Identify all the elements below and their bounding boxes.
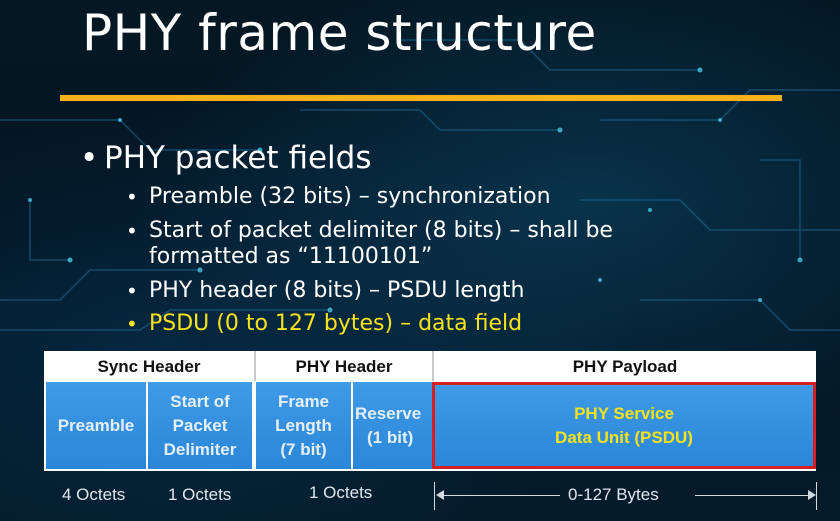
bullet-dot-icon: • — [126, 279, 138, 303]
sub-bullet-text-continued: formatted as “11100101” — [149, 244, 433, 269]
field-frame-length: Frame Length (7 bit) — [256, 382, 351, 469]
field-sfd-line: Start of — [170, 391, 230, 411]
sub-bullet-text: PHY header (8 bits) – PSDU length — [149, 278, 525, 303]
field-reserve: Reserve (1 bit) — [353, 382, 432, 469]
field-reserve-line: Reserve — [355, 403, 422, 423]
sub-bullet-text: Preamble (32 bits) – synchronization — [149, 184, 551, 209]
field-sfd-line: Delimiter — [163, 439, 237, 459]
field-frame-length-line: (7 bit) — [280, 439, 327, 459]
bullet-dot-icon: • — [126, 312, 138, 336]
field-preamble: Preamble — [46, 382, 146, 469]
field-psdu: PHY Service Data Unit (PSDU) — [432, 382, 816, 469]
field-start-delimiter: Start of Packet Delimiter — [148, 382, 252, 469]
dimension-line-right — [695, 495, 811, 496]
size-preamble: 4 Octets — [62, 485, 126, 504]
sub-bullet-psdu: • PSDU (0 to 127 bytes) – data field — [126, 311, 522, 337]
header-payload: PHY Payload — [434, 351, 816, 381]
bullet-dot-icon: • — [126, 219, 138, 243]
dimension-tick-right — [816, 482, 817, 510]
dimension-line-left — [440, 495, 560, 496]
sub-bullet-text: PSDU (0 to 127 bytes) – data field — [149, 311, 523, 336]
header-sync: Sync Header — [44, 351, 254, 381]
main-bullet-text: PHY packet fields — [104, 140, 372, 176]
sub-bullet-preamble: • Preamble (32 bits) – synchronization — [126, 184, 551, 210]
sub-bullet-phy-header: • PHY header (8 bits) – PSDU length — [126, 278, 524, 304]
slide: PHY frame structure • PHY packet fields •… — [0, 0, 840, 521]
field-reserve-line: (1 bit) — [367, 427, 414, 447]
title-underline — [60, 95, 782, 101]
bullet-dot-icon: • — [80, 140, 99, 176]
size-payload: 0-127 Bytes — [568, 485, 659, 504]
main-bullet: • PHY packet fields — [80, 140, 371, 176]
header-phy: PHY Header — [256, 351, 432, 381]
field-psdu-line: PHY Service — [574, 403, 674, 423]
sub-bullet-text: Start of packet delimiter (8 bits) – sha… — [149, 218, 613, 243]
field-sfd-line: Packet — [172, 415, 228, 435]
field-frame-length-line: Length — [275, 415, 332, 435]
size-phy-header: 1 Octets — [309, 483, 373, 502]
field-frame-length-line: Frame — [277, 391, 330, 411]
size-sfd: 1 Octets — [168, 485, 232, 504]
field-preamble-label: Preamble — [57, 415, 135, 435]
sub-bullet-sfd: • Start of packet delimiter (8 bits) – s… — [126, 218, 613, 270]
phy-frame-diagram: Sync Header PHY Header PHY Payload Pream… — [44, 351, 816, 471]
slide-title: PHY frame structure — [82, 4, 597, 62]
field-psdu-line: Data Unit (PSDU) — [555, 427, 693, 447]
dimension-tick-left — [434, 482, 435, 510]
arrow-right-icon — [808, 490, 816, 500]
bullet-dot-icon: • — [126, 185, 138, 209]
